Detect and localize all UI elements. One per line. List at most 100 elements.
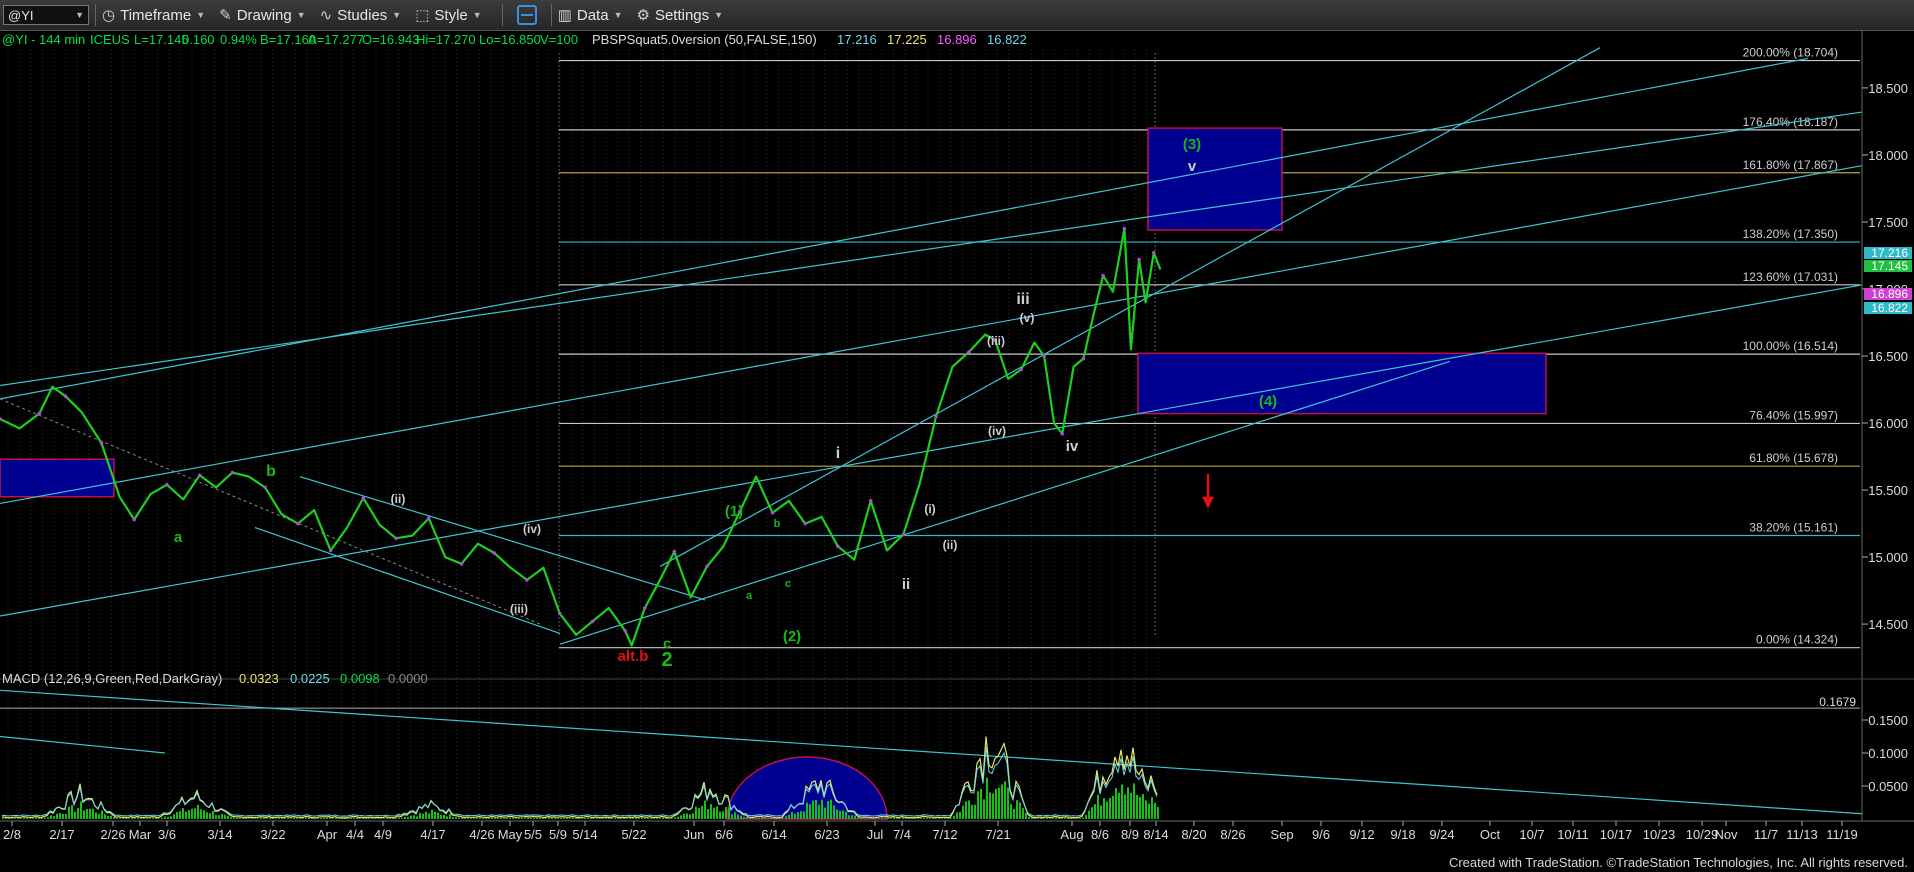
data-button[interactable]: ▥ Data ▼ xyxy=(558,6,623,25)
y-tick-label: 16.000 xyxy=(1868,416,1908,431)
fib-level-label: 76.40% (15.997) xyxy=(1749,408,1838,422)
macd-histogram-bar xyxy=(857,817,859,819)
price-point xyxy=(328,548,333,553)
macd-histogram-bar xyxy=(722,811,724,819)
macd-histogram-bar xyxy=(617,818,619,819)
macd-histogram-bar xyxy=(728,807,730,819)
macd-histogram-bar xyxy=(320,817,322,819)
x-tick-label: 8/9 xyxy=(1121,827,1139,842)
macd-histogram-bar xyxy=(986,777,988,819)
macd-histogram-bar xyxy=(89,808,91,819)
macd-histogram-bar xyxy=(470,818,472,819)
macd-histogram-bar xyxy=(731,814,733,819)
macd-histogram-bar xyxy=(767,817,769,819)
price-point xyxy=(361,496,366,500)
macd-histogram-bar xyxy=(950,818,952,819)
macd-histogram-bar xyxy=(41,818,43,819)
macd-histogram-bar xyxy=(440,814,442,819)
studies-button[interactable]: ∿ Studies ▼ xyxy=(320,6,402,25)
macd-histogram-bar xyxy=(170,816,172,819)
price-point xyxy=(836,544,840,549)
macd-histogram-bar xyxy=(587,817,589,819)
macd-histogram-bar xyxy=(773,818,775,819)
macd-histogram-bar xyxy=(740,815,742,819)
macd-histogram-bar xyxy=(209,813,211,819)
style-button[interactable]: ⬚ Style ▼ xyxy=(415,6,481,25)
price-point xyxy=(934,414,938,419)
macd-histogram-bar xyxy=(425,811,427,819)
macd-histogram-bar xyxy=(578,818,580,819)
macd-histogram-bar xyxy=(1109,798,1111,819)
header-segment: 0.94% xyxy=(220,32,257,47)
fib-level-label: 200.00% (18.704) xyxy=(1743,46,1838,60)
macd-histogram-bar xyxy=(689,814,691,819)
timeframe-button[interactable]: ◷ Timeframe ▼ xyxy=(102,6,205,25)
macd-histogram-bar xyxy=(506,818,508,819)
macd-histogram-bar xyxy=(830,799,832,819)
macd-histogram-bar xyxy=(743,816,745,819)
macd-histogram-bar xyxy=(176,811,178,819)
macd-histogram-bar xyxy=(1145,800,1147,819)
settings-button[interactable]: ⚙ Settings ▼ xyxy=(636,6,723,25)
macd-histogram-bar xyxy=(902,817,904,819)
x-tick-label: 11/19 xyxy=(1826,827,1858,842)
macd-histogram-bar xyxy=(359,818,361,819)
macd-histogram-bar xyxy=(533,817,535,819)
macd-histogram-bar xyxy=(839,810,841,819)
price-point xyxy=(557,611,562,616)
macd-histogram-bar xyxy=(1001,784,1003,819)
chevron-down-icon: ▼ xyxy=(392,10,402,20)
macd-histogram-bar xyxy=(1028,816,1030,819)
chevron-down-icon[interactable]: ▼ xyxy=(75,10,84,20)
macd-level-label: 0.1679 xyxy=(1819,695,1856,709)
price-point xyxy=(590,619,595,624)
wave-label: iii xyxy=(1016,291,1029,308)
macd-histogram-bar xyxy=(389,818,391,819)
drawing-button[interactable]: ✎ Drawing ▼ xyxy=(219,6,306,25)
macd-histogram-bar xyxy=(317,818,319,819)
macd-histogram-bar xyxy=(662,817,664,819)
macd-histogram-bar xyxy=(911,818,913,819)
macd-histogram-bar xyxy=(284,818,286,819)
macd-histogram-bar xyxy=(1136,794,1138,819)
macd-histogram-bar xyxy=(785,816,787,819)
macd-histogram-bar xyxy=(812,800,814,819)
macd-histogram-bar xyxy=(191,808,193,819)
macd-histogram-bar xyxy=(353,817,355,819)
macd-histogram-bar xyxy=(449,814,451,819)
x-tick-label: 2/26 xyxy=(100,827,125,842)
macd-histogram-bar xyxy=(545,818,547,819)
macd-histogram-bar xyxy=(626,818,628,819)
chevron-down-icon: ▼ xyxy=(613,10,623,20)
fib-level-label: 176.40% (18.187) xyxy=(1743,115,1838,129)
macd-histogram-bar xyxy=(509,817,511,819)
macd-histogram-bar xyxy=(878,818,880,819)
macd-histogram-bar xyxy=(179,811,181,819)
macd-histogram-bar xyxy=(1133,783,1135,819)
support-box xyxy=(0,458,115,498)
macd-histogram-bar xyxy=(536,817,538,819)
macd-histogram-bar xyxy=(794,813,796,819)
macd-histogram-bar xyxy=(1091,807,1093,819)
macd-histogram-bar xyxy=(341,818,343,819)
macd-histogram-bar xyxy=(548,817,550,819)
header-segment: ICEUS xyxy=(90,32,130,47)
toolbar: @YI ▼ ◷ Timeframe ▼ ✎ Drawing ▼ ∿ Studie… xyxy=(0,0,1914,31)
price-point xyxy=(1122,226,1127,231)
macd-histogram-bar xyxy=(188,809,190,819)
macd-histogram-bar xyxy=(935,818,937,819)
symbol-input[interactable]: @YI ▼ xyxy=(3,5,89,25)
x-tick-label: 3/22 xyxy=(260,827,285,842)
layout-icon[interactable] xyxy=(516,5,537,25)
macd-histogram-bar xyxy=(917,818,919,819)
price-chart[interactable]: 200.00% (18.704) 176.40% (18.187) 161.80% … xyxy=(0,31,1914,849)
macd-histogram-bar xyxy=(686,813,688,819)
header-segment: PBSPSquat5.0version (50,FALSE,150) xyxy=(592,32,817,47)
macd-histogram-bar xyxy=(563,817,565,819)
macd-histogram-bar xyxy=(692,813,694,819)
macd-histogram-bar xyxy=(266,818,268,819)
macd-histogram-bar xyxy=(629,817,631,819)
x-tick-label: 4/4 xyxy=(346,827,364,842)
macd-histogram-bar xyxy=(242,818,244,819)
wave-label: v xyxy=(1188,158,1197,175)
